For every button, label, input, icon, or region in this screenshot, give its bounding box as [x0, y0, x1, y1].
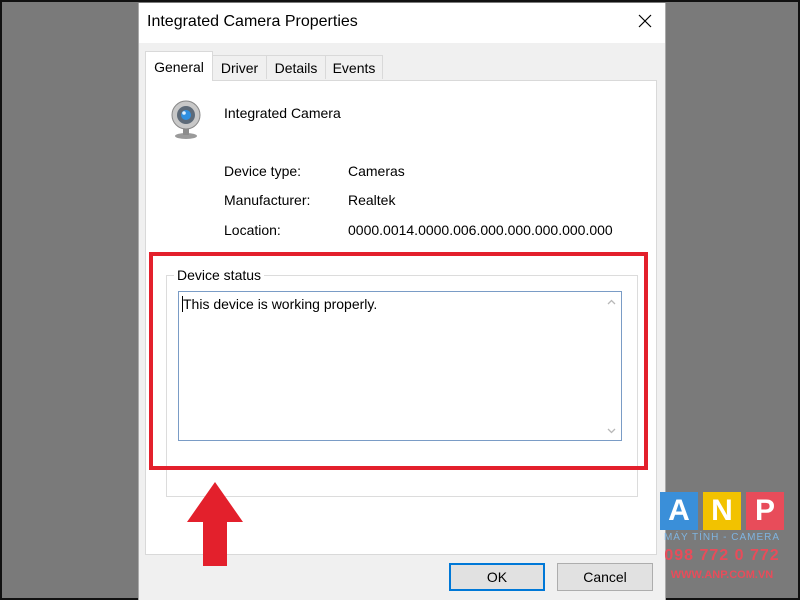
tab-general[interactable]: General: [145, 51, 213, 81]
manufacturer-value: Realtek: [348, 192, 396, 208]
tab-general-label: General: [154, 58, 204, 75]
device-name: Integrated Camera: [224, 105, 341, 121]
highlight-rectangle: [149, 252, 648, 470]
webcam-icon: [171, 100, 201, 139]
anp-watermark-logo: A N P MÁY TÍNH - CAMERA 098 772 0 772 WW…: [660, 492, 784, 588]
logo-website: WWW.ANP.COM.VN: [670, 569, 774, 581]
close-icon: [638, 14, 652, 28]
logo-subtitle: MÁY TÍNH - CAMERA: [663, 532, 781, 543]
logo-letter-a: A: [660, 492, 698, 530]
device-type-label: Device type:: [224, 163, 302, 179]
device-type-value: Cameras: [348, 163, 405, 179]
close-button[interactable]: [625, 3, 665, 39]
ok-button[interactable]: OK: [449, 563, 545, 591]
tab-events[interactable]: Events: [325, 55, 383, 79]
manufacturer-label: Manufacturer:: [224, 192, 311, 208]
logo-letter-p: P: [746, 492, 784, 530]
window-title: Integrated Camera Properties: [147, 13, 358, 30]
logo-letter-n: N: [703, 492, 741, 530]
tab-driver[interactable]: Driver: [212, 55, 267, 79]
tab-driver-label: Driver: [220, 59, 259, 76]
logo-phone: 098 772 0 772: [664, 547, 780, 564]
title-bar: Integrated Camera Properties: [139, 3, 665, 43]
tab-strip: General Driver Details Events: [145, 51, 645, 81]
red-arrow-icon: [187, 482, 243, 566]
tab-details[interactable]: Details: [266, 55, 326, 79]
location-value: 0000.0014.0000.006.000.000.000.000.000: [348, 222, 613, 238]
tab-details-label: Details: [274, 59, 318, 76]
cancel-button[interactable]: Cancel: [557, 563, 653, 591]
tab-events-label: Events: [332, 59, 376, 76]
location-label: Location:: [224, 222, 281, 238]
